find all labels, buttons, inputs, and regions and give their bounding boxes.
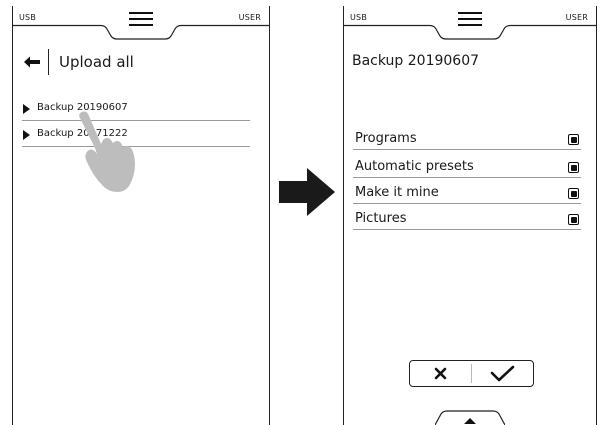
- page-title: Upload all: [59, 53, 134, 71]
- option-row-make-it-mine[interactable]: Make it mine: [353, 183, 581, 204]
- hamburger-menu-icon[interactable]: [458, 12, 482, 26]
- option-row-pictures[interactable]: Pictures: [353, 209, 581, 230]
- close-icon: [434, 367, 447, 380]
- usb-label: USB: [350, 13, 368, 22]
- header-divider: [48, 49, 49, 75]
- page-title: Backup 20190607: [352, 53, 480, 69]
- checkbox[interactable]: [568, 188, 579, 199]
- right-arrow-icon: [279, 168, 335, 216]
- user-label: USER: [238, 13, 261, 22]
- user-label: USER: [565, 13, 588, 22]
- hamburger-menu-icon[interactable]: [129, 12, 153, 26]
- play-triangle-icon: [23, 130, 30, 140]
- backup-screen: USB USER Backup 20190607 Programs Automa…: [343, 6, 597, 425]
- option-label: Make it mine: [355, 185, 439, 200]
- upload-screen: USB USER Upload all Backup 20190607 Back…: [12, 6, 270, 425]
- option-label: Programs: [355, 131, 417, 146]
- checkbox[interactable]: [568, 162, 579, 173]
- play-triangle-icon: [23, 104, 30, 114]
- cancel-button[interactable]: [410, 361, 471, 386]
- option-label: Automatic presets: [355, 159, 474, 174]
- upload-header: Upload all: [23, 49, 134, 75]
- option-row-automatic-presets[interactable]: Automatic presets: [353, 157, 581, 178]
- option-row-programs[interactable]: Programs: [353, 129, 581, 150]
- checkbox[interactable]: [568, 134, 579, 145]
- action-bar: [409, 360, 534, 387]
- usb-label: USB: [19, 13, 37, 22]
- confirm-button[interactable]: [472, 361, 533, 386]
- checkbox[interactable]: [568, 214, 579, 225]
- bottom-tab[interactable]: [435, 409, 505, 425]
- checkmark-icon: [490, 365, 515, 382]
- back-arrow-icon[interactable]: [23, 55, 41, 69]
- option-label: Pictures: [355, 211, 407, 226]
- tapping-hand-icon: [79, 111, 135, 192]
